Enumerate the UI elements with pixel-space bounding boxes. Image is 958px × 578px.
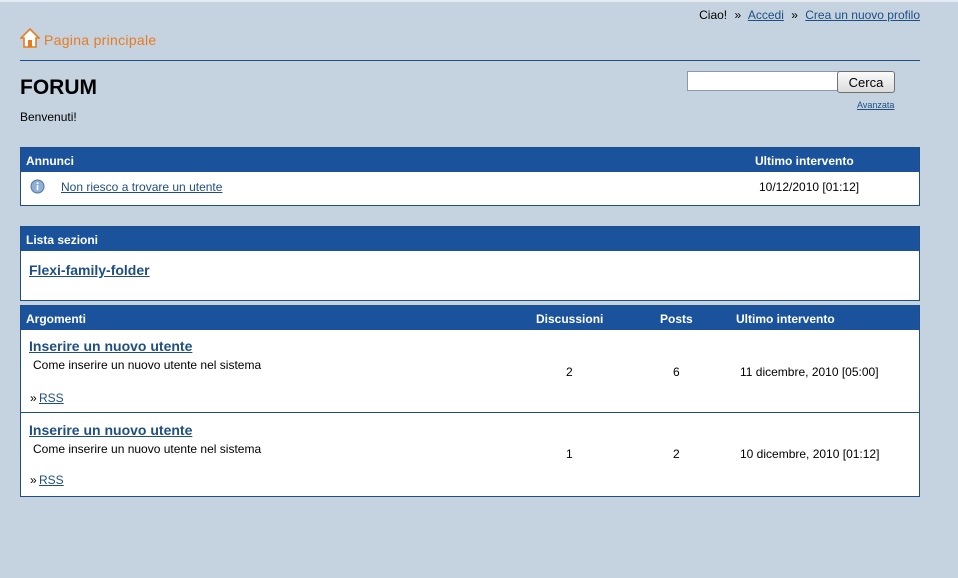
topic-last-post: 10 dicembre, 2010 [01:12] <box>740 447 880 461</box>
topics-header: Argomenti Discussioni Posts Ultimo inter… <box>21 306 919 330</box>
topic-description: Come inserire un nuovo utente nel sistem… <box>33 442 262 456</box>
login-link[interactable]: Accedi <box>748 8 784 22</box>
last-post-column-header: Ultimo intervento <box>736 312 835 326</box>
topics-panel: Argomenti Discussioni Posts Ultimo inter… <box>20 305 920 497</box>
rss-prefix: » <box>30 391 37 405</box>
announcement-link[interactable]: Non riesco a trovare un utente <box>61 180 222 194</box>
announcements-last-post-header: Ultimo intervento <box>755 154 854 168</box>
search-input[interactable] <box>687 71 841 91</box>
separator: » <box>734 8 742 22</box>
topic-discussions-count: 2 <box>566 365 573 379</box>
announcement-last-post: 10/12/2010 [01:12] <box>759 180 860 194</box>
section-link[interactable]: Flexi-family-folder <box>29 262 150 278</box>
sections-header: Lista sezioni <box>21 227 919 251</box>
greeting-text: Ciao! <box>699 8 728 22</box>
register-link[interactable]: Crea un nuovo profilo <box>805 8 920 22</box>
topic-link[interactable]: Inserire un nuovo utente <box>29 422 192 438</box>
topic-discussions-count: 1 <box>566 447 573 461</box>
home-link[interactable]: Pagina principale <box>19 27 157 51</box>
announcements-header: Annunci Ultimo intervento <box>21 148 919 172</box>
advanced-search-link[interactable]: Avanzata <box>857 100 894 110</box>
announcements-title: Annunci <box>26 154 74 168</box>
topic-description: Come inserire un nuovo utente nel sistem… <box>33 358 262 372</box>
home-icon <box>19 27 41 51</box>
topic-last-post: 11 dicembre, 2010 [05:00] <box>740 365 879 379</box>
table-row: Inserire un nuovo utente Come inserire u… <box>21 330 919 412</box>
sections-title: Lista sezioni <box>26 233 99 247</box>
info-icon <box>30 179 45 197</box>
rss-link[interactable]: RSS <box>39 473 64 487</box>
search-button[interactable]: Cerca <box>837 71 895 93</box>
welcome-text: Benvenuti! <box>20 110 77 124</box>
announcements-panel: Annunci Ultimo intervento Non riesco a t… <box>20 147 920 206</box>
topic-link[interactable]: Inserire un nuovo utente <box>29 338 192 354</box>
separator: » <box>791 8 798 22</box>
sections-panel: Lista sezioni Flexi-family-folder <box>20 226 920 301</box>
topic-posts-count: 2 <box>673 447 680 461</box>
header-divider <box>20 60 920 61</box>
user-bar: Ciao! » Accedi » Crea un nuovo profilo <box>699 8 920 22</box>
table-row: Inserire un nuovo utente Come inserire u… <box>21 412 919 495</box>
topic-posts-count: 6 <box>673 365 680 379</box>
discussions-column-header: Discussioni <box>536 312 604 326</box>
home-link-label: Pagina principale <box>44 31 157 48</box>
posts-column-header: Posts <box>660 312 693 326</box>
page-title: FORUM <box>20 76 97 99</box>
rss-link[interactable]: RSS <box>39 391 64 405</box>
rss-prefix: » <box>30 473 37 487</box>
announcement-row: Non riesco a trovare un utente 10/12/201… <box>21 172 919 204</box>
topics-column-header: Argomenti <box>26 312 86 326</box>
